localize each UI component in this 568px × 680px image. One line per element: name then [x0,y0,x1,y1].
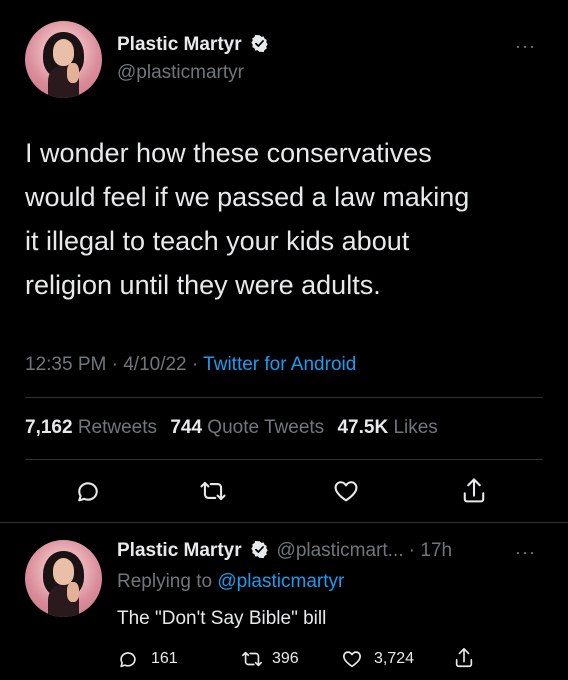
divider [25,397,543,398]
meta-separator: · [191,354,199,375]
replying-to-prefix: Replying to [117,571,213,592]
retweet-arrows-icon [242,651,262,667]
reply-bubble-icon [120,652,136,668]
tweet-date[interactable]: 4/10/22 [123,354,186,375]
verified-badge-icon [251,540,268,559]
main-author-name[interactable]: Plastic Martyr [117,34,242,55]
tweet-time[interactable]: 12:35 PM [25,354,106,375]
retweets-stat[interactable]: 7,162 Retweets [25,417,157,438]
tweet-text-line: religion until they were adults. [25,270,381,300]
like-count: 3,724 [374,650,415,667]
likes-count: 47.5K [337,417,389,438]
share-upload-icon [455,648,473,668]
main-author-avatar[interactable] [25,21,102,98]
retweets-count: 7,162 [25,417,73,438]
tweet-source-link[interactable]: Twitter for Android [203,354,356,375]
reply-button[interactable] [74,477,102,505]
share-button[interactable] [460,476,488,506]
quote-tweets-label: Quote Tweets [207,417,325,438]
quote-tweets-stat[interactable]: 744 Quote Tweets [170,417,324,438]
reply-bubble-icon [78,482,98,502]
reply-header: Plastic Martyr @plasticmart... · 17h [117,540,452,562]
replying-to: Replying to @plasticmartyr [117,571,344,593]
like-button[interactable] [331,477,361,505]
reply-author-handle-time[interactable]: @plasticmart... · 17h [277,540,453,561]
divider [0,522,568,523]
heart-icon [334,481,358,502]
heart-icon [343,651,361,668]
replying-to-handle[interactable]: @plasticmartyr [217,571,344,592]
more-dots-icon[interactable]: ··· [515,542,536,563]
reply-action-share[interactable] [453,646,475,675]
share-upload-icon [463,478,485,503]
verified-badge-icon [251,34,268,53]
reply-tweet-text: The "Don't Say Bible" bill [117,608,327,629]
quote-tweets-count: 744 [170,417,203,438]
reply-action-retweet[interactable]: 396 [240,648,299,670]
retweets-label: Retweets [77,417,158,438]
likes-stat[interactable]: 47.5K Likes [337,417,437,438]
tweet-text-line: it illegal to teach your kids about [25,226,410,256]
tweet-text-line: would feel if we passed a law making [25,182,470,212]
reply-author-avatar[interactable] [25,540,102,617]
tweet-meta: 12:35 PM · 4/10/22 · Twitter for Android [25,354,356,376]
likes-label: Likes [393,417,438,438]
divider [25,459,543,460]
retweet-arrows-icon [200,481,226,501]
meta-separator: · [111,354,118,375]
main-author-name-row: Plastic Martyr [117,34,269,56]
main-tweet-text: I wonder how these conservatives would f… [25,131,555,307]
reply-count: 161 [151,650,178,667]
main-author-handle[interactable]: @plasticmartyr [117,62,244,84]
more-dots-icon[interactable]: ··· [515,36,536,57]
reply-action-like[interactable]: 3,724 [340,648,414,670]
retweet-button[interactable] [198,477,228,505]
tweet-stats: 7,162 Retweets 744 Quote Tweets 47.5K Li… [25,417,438,439]
retweet-count: 396 [272,650,299,667]
tweet-text-line: I wonder how these conservatives [25,138,432,168]
reply-author-name[interactable]: Plastic Martyr [117,540,242,561]
reply-action-reply[interactable]: 161 [117,648,178,670]
